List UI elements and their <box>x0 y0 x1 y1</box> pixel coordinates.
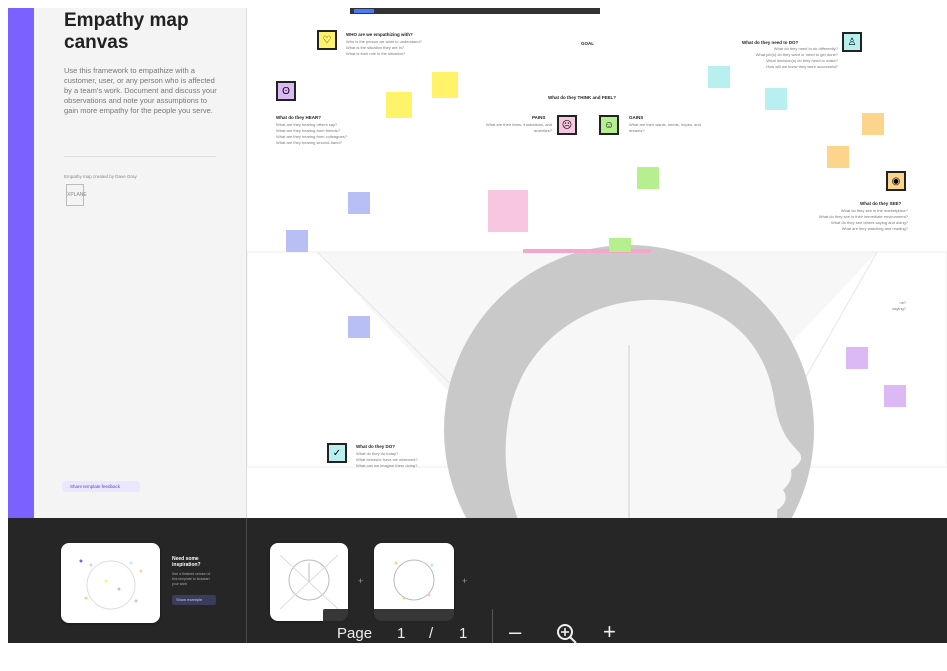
plus-icon[interactable]: + <box>603 619 616 645</box>
need-lines: What do they need to do differently? Wha… <box>720 46 838 70</box>
zoom-in-icon[interactable] <box>556 623 578 645</box>
who-title: WHO are we empathizing with? <box>346 32 413 37</box>
sticky-note-green[interactable] <box>637 167 659 189</box>
page-title: Empathy map canvas <box>64 10 189 53</box>
see-title: What do they SEE? <box>860 201 902 206</box>
check-icon: ✓ <box>327 443 347 463</box>
page-footer <box>0 643 947 671</box>
inspiration-subtitle: See a finished version of this template … <box>172 572 211 586</box>
share-feedback-button[interactable]: Share template feedback <box>62 481 140 492</box>
sticky-note-blue[interactable] <box>348 316 370 338</box>
do-line: What can we imagine them doing? <box>356 463 418 468</box>
do-title: What do they DO? <box>356 444 395 449</box>
eye-icon: ◉ <box>886 171 906 191</box>
gains-title: GAINS <box>629 115 644 120</box>
see-lines: What do they see in the marketplace? Wha… <box>760 208 908 232</box>
sticky-note-purple[interactable] <box>884 385 906 407</box>
who-lines: Who is the person we want to understand?… <box>346 39 466 57</box>
person-icon: ♙ <box>842 32 862 52</box>
sticky-note-purple[interactable] <box>846 347 868 369</box>
sticky-note-cyan[interactable] <box>708 66 730 88</box>
accent-bar <box>8 8 34 518</box>
sidebar-divider <box>64 156 216 157</box>
sticky-note-yellow[interactable] <box>432 72 458 98</box>
need-title: What do they need to DO? <box>742 40 799 45</box>
do-lines: What do they do today? What behavior hav… <box>356 451 456 469</box>
ear-icon: ʘ <box>276 81 296 101</box>
show-example-button[interactable]: Show example <box>172 595 216 605</box>
heart-icon: ♡ <box>317 30 337 50</box>
hear-line: What are they hearing second-hand? <box>276 140 342 145</box>
sticky-note-blue[interactable] <box>286 230 308 252</box>
sticky-note-orange[interactable] <box>827 146 849 168</box>
sticky-note-orange[interactable] <box>862 113 884 135</box>
template-credit: Empathy map created by Dave Gray <box>64 174 137 179</box>
pains-title: PAINS <box>532 115 546 120</box>
pains-text: What are their fears, frustrations, and … <box>485 122 552 133</box>
plus-icon: + <box>462 576 468 586</box>
sticky-note-pink[interactable] <box>488 190 528 232</box>
see-line: What are they watching and reading? <box>841 226 908 231</box>
toolbar-indicator <box>354 9 374 13</box>
pink-divider <box>523 249 651 253</box>
sticky-note-cyan[interactable] <box>765 88 787 110</box>
inspiration-title: Need some inspiration? <box>172 556 201 568</box>
page-current[interactable]: 1 <box>397 625 405 642</box>
sticky-note-green[interactable] <box>609 238 631 252</box>
who-line: What is their role in the situation? <box>346 51 406 56</box>
think-feel-title: What do they THINK and FEEL? <box>548 95 616 100</box>
pain-face-icon: ☹ <box>557 115 577 135</box>
goal-label: GOAL <box>581 41 594 46</box>
template-description: Use this framework to empathize with a c… <box>64 66 217 115</box>
xplane-logo: XPLANE <box>66 184 87 206</box>
hear-title: What do they HEAR? <box>276 115 321 120</box>
gain-face-icon: ☺ <box>599 115 619 135</box>
plus-icon: + <box>358 576 364 586</box>
sticky-note-blue[interactable] <box>348 192 370 214</box>
page-total: 1 <box>459 625 468 642</box>
sticky-note-yellow[interactable] <box>386 92 412 118</box>
hear-lines: What are they hearing others say? What a… <box>276 122 386 146</box>
page-separator: / <box>429 625 434 642</box>
minus-icon[interactable]: – <box>509 619 521 645</box>
say-fragment: ns? saying? <box>892 300 906 311</box>
need-line: How will we know they were successful? <box>766 64 838 69</box>
page-label: Page <box>337 625 373 642</box>
gallery-divider <box>246 518 247 643</box>
example-thumbnail[interactable] <box>61 543 160 623</box>
canvas-top-toolbar <box>350 8 600 14</box>
gains-text: What are their wants, needs, hopes, and … <box>629 122 701 133</box>
